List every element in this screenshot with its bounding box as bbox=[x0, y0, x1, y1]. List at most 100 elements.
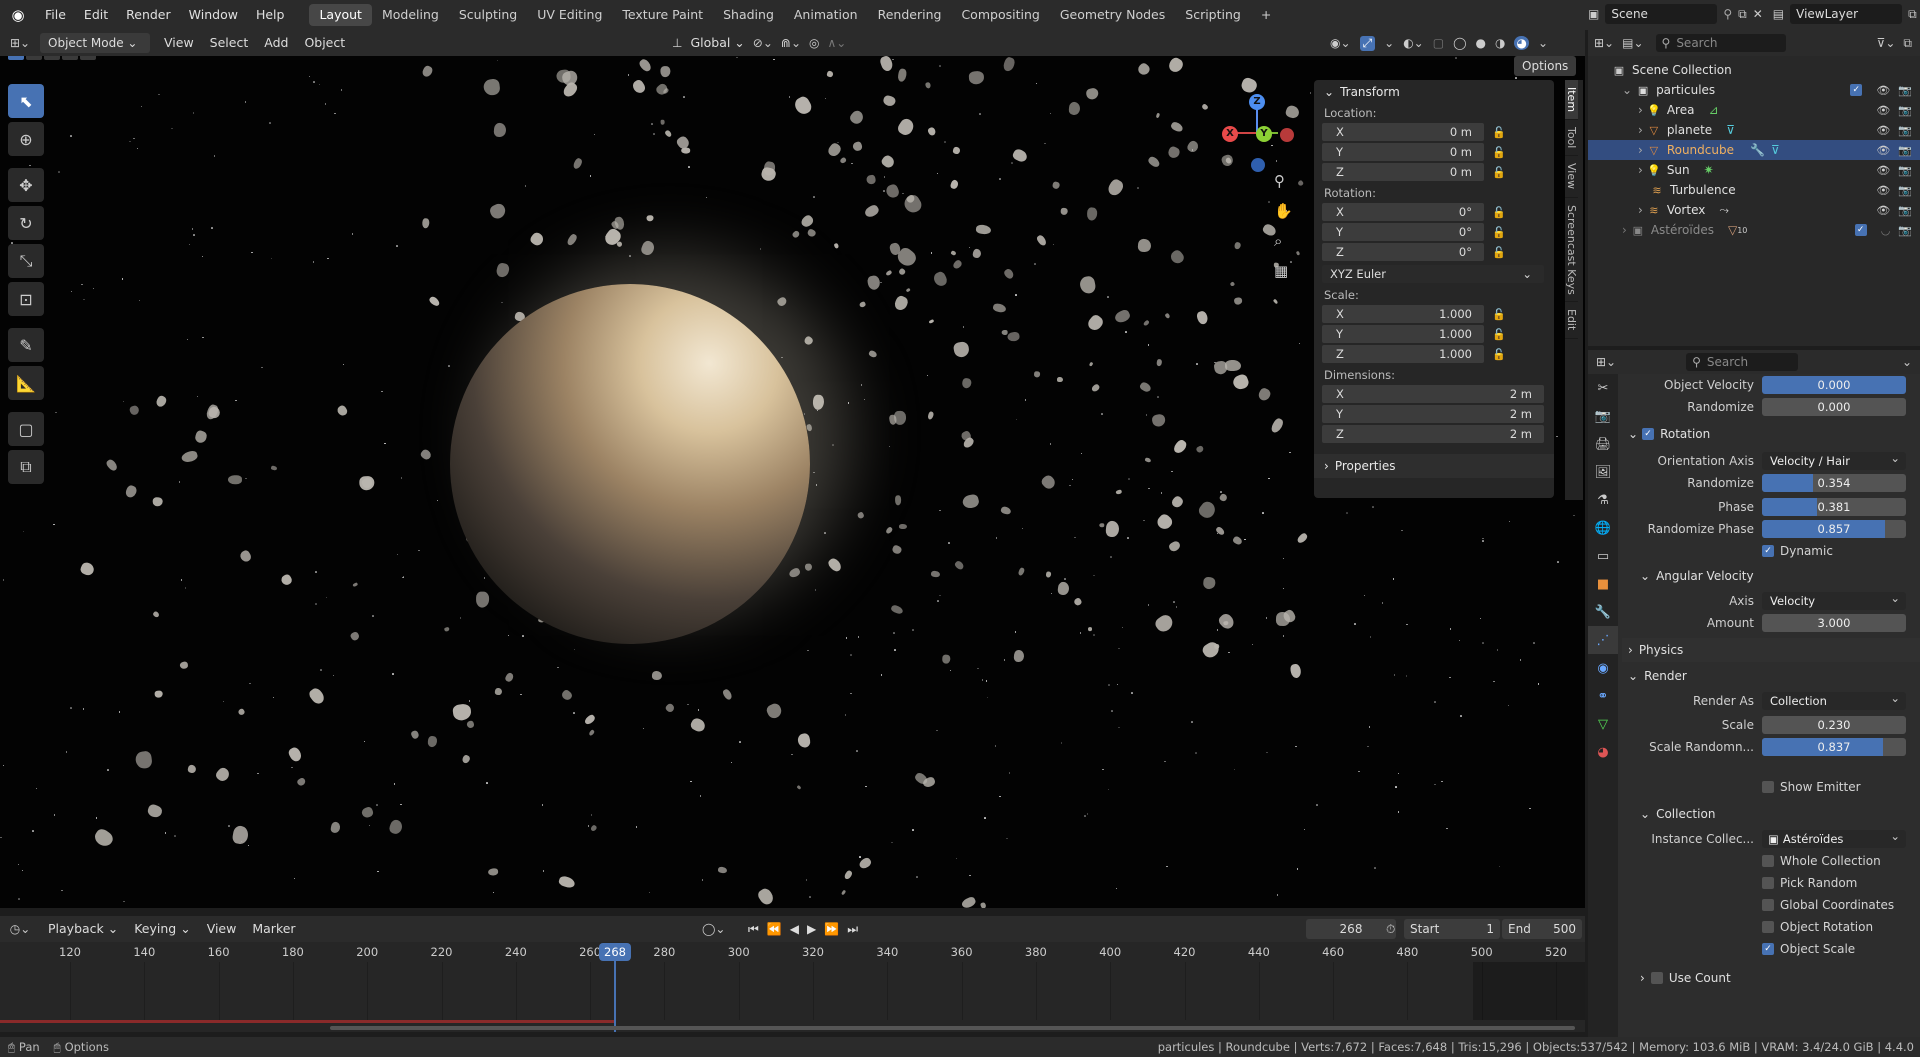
play-reverse-icon[interactable]: ◀ bbox=[790, 922, 799, 937]
lock-icon[interactable]: 🔓 bbox=[1492, 308, 1506, 321]
visibility-icon[interactable]: ◉⌄ bbox=[1330, 36, 1351, 50]
rotation-y-field[interactable]: Y 0° bbox=[1322, 223, 1484, 241]
camera-icon[interactable]: 📷 bbox=[1898, 124, 1912, 137]
location-x-field[interactable]: X0 m bbox=[1322, 123, 1484, 141]
tab-view[interactable]: View bbox=[1565, 156, 1578, 198]
outliner-collection-particules[interactable]: ⌄ ▣ particules ✓ 👁 📷 bbox=[1588, 80, 1920, 100]
orientation-select[interactable]: Global ⌄ bbox=[690, 33, 744, 53]
scale-y-field[interactable]: Y 1.000 bbox=[1322, 325, 1484, 343]
delete-scene-icon[interactable]: ✕ bbox=[1753, 7, 1763, 21]
properties-search-input[interactable]: ⚲ Search bbox=[1686, 353, 1799, 371]
measure-tool-icon[interactable]: 📐 bbox=[8, 366, 44, 400]
playback-menu[interactable]: Playback ⌄ bbox=[40, 919, 126, 939]
mode-select[interactable]: Object Mode ⌄ bbox=[40, 33, 150, 53]
exclude-checkbox[interactable]: ✓ bbox=[1850, 83, 1863, 96]
camera-icon[interactable]: 📷 bbox=[1898, 164, 1912, 177]
gizmo-y[interactable]: Y bbox=[1256, 126, 1272, 142]
play-icon[interactable]: ▶ bbox=[807, 922, 816, 937]
object-scale-checkbox[interactable]: ✓ bbox=[1762, 943, 1774, 955]
menu-window[interactable]: Window bbox=[180, 0, 247, 30]
eye-hidden-icon[interactable]: ◡ bbox=[1881, 224, 1891, 237]
render-section[interactable]: ⌄ Render bbox=[1622, 664, 1920, 688]
gizmo-neg-x[interactable] bbox=[1280, 128, 1294, 142]
pan-hand-icon[interactable]: ✋ bbox=[1274, 202, 1293, 220]
tab-edit[interactable]: Edit bbox=[1565, 302, 1578, 339]
camera-view-icon[interactable]: ⌕ bbox=[1274, 232, 1282, 250]
properties-editor-icon[interactable]: ⊞⌄ bbox=[1596, 355, 1616, 369]
add-workspace-icon[interactable]: + bbox=[1251, 4, 1281, 26]
menu-object[interactable]: Object bbox=[296, 33, 353, 53]
world-tab-icon[interactable]: 🌐 bbox=[1588, 514, 1618, 542]
constraints-tab-icon[interactable]: ⚭ bbox=[1588, 682, 1618, 710]
current-frame-field[interactable]: 268 bbox=[1306, 919, 1396, 939]
outliner-item-vortex[interactable]: › ≋ Vortex ⤳ 👁 📷 bbox=[1588, 200, 1920, 220]
menu-view[interactable]: View bbox=[156, 33, 202, 53]
rendered-shading-icon[interactable]: ◕ bbox=[1514, 36, 1529, 50]
zoom-icon[interactable]: ⚲ bbox=[1274, 172, 1285, 190]
material-shading-icon[interactable]: ◑ bbox=[1495, 36, 1505, 50]
solid-shading-icon[interactable]: ● bbox=[1476, 36, 1486, 50]
xray-icon[interactable]: ▢ bbox=[1433, 36, 1444, 50]
playhead-frame-badge[interactable]: 268 bbox=[599, 943, 631, 961]
use-count-checkbox[interactable] bbox=[1650, 972, 1663, 984]
scale-random-slider[interactable]: 0.837 bbox=[1762, 738, 1906, 756]
modifier-tab-icon[interactable]: 🔧 bbox=[1588, 598, 1618, 626]
data-tab-icon[interactable]: ▽ bbox=[1588, 710, 1618, 738]
outliner-item-turbulence[interactable]: ≋ Turbulence 👁 📷 bbox=[1588, 180, 1920, 200]
instance-collection-field[interactable]: ▣ Astéroïdes bbox=[1762, 827, 1906, 848]
particles-tab-icon[interactable]: ⋰ bbox=[1588, 626, 1618, 654]
rotate-tool-icon[interactable]: ↻ bbox=[8, 206, 44, 240]
camera-icon[interactable]: 📷 bbox=[1898, 204, 1912, 217]
rotation-x-field[interactable]: X 0° bbox=[1322, 203, 1484, 221]
lock-icon[interactable]: 🔓 bbox=[1492, 226, 1506, 239]
transform-tool-icon[interactable]: ⊡ bbox=[8, 282, 44, 316]
properties-header[interactable]: › Properties bbox=[1314, 454, 1554, 478]
timeline-scrollbar[interactable] bbox=[330, 1026, 1575, 1030]
gizmo-neg-z[interactable] bbox=[1251, 158, 1265, 172]
dimensions-y-field[interactable]: Y2 m bbox=[1322, 405, 1544, 423]
lock-icon[interactable]: 🔓 bbox=[1492, 126, 1506, 139]
dimensions-x-field[interactable]: X2 m bbox=[1322, 385, 1544, 403]
location-z-field[interactable]: Z0 m bbox=[1322, 163, 1484, 181]
location-y-field[interactable]: Y0 m bbox=[1322, 143, 1484, 161]
eye-icon[interactable]: 👁 bbox=[1876, 124, 1890, 137]
next-keyframe-icon[interactable]: ⏩ bbox=[824, 922, 839, 937]
outliner-scene-collection[interactable]: ▣ Scene Collection bbox=[1588, 60, 1920, 80]
planet[interactable] bbox=[450, 284, 810, 644]
menu-help[interactable]: Help bbox=[247, 0, 294, 30]
lock-icon[interactable]: 🔓 bbox=[1492, 328, 1506, 341]
jump-end-icon[interactable]: ⏭ bbox=[847, 922, 858, 937]
tab-rendering[interactable]: Rendering bbox=[868, 4, 952, 26]
end-frame-field[interactable]: End 500 bbox=[1502, 919, 1582, 939]
object-rotation-checkbox[interactable] bbox=[1762, 921, 1774, 933]
pick-random-checkbox[interactable] bbox=[1762, 877, 1774, 889]
tab-item[interactable]: Item bbox=[1565, 80, 1578, 121]
object-tab-icon[interactable]: ■ bbox=[1588, 570, 1618, 598]
display-mode-icon[interactable]: ▤⌄ bbox=[1622, 36, 1643, 50]
randomize-phase-slider[interactable]: 0.857 bbox=[1762, 520, 1906, 538]
timeline-editor-icon[interactable]: ◷⌄ bbox=[0, 922, 40, 936]
object-velocity-field[interactable]: 0.000 bbox=[1762, 376, 1906, 394]
tab-tool[interactable]: Tool bbox=[1565, 120, 1578, 157]
cursor-tool-icon[interactable]: ⊕ bbox=[8, 122, 44, 156]
lock-icon[interactable]: 🔓 bbox=[1492, 348, 1506, 361]
new-collection-icon[interactable]: ⧉ bbox=[1903, 36, 1912, 51]
menu-select[interactable]: Select bbox=[202, 33, 257, 53]
menu-render[interactable]: Render bbox=[117, 0, 180, 30]
filter-icon[interactable]: ⊽⌄ bbox=[1877, 36, 1896, 50]
autokey-icon[interactable]: ◯⌄ bbox=[702, 922, 725, 936]
timeline-view-menu[interactable]: View bbox=[199, 919, 245, 939]
tab-sculpting[interactable]: Sculpting bbox=[449, 4, 527, 26]
collection-tab-icon[interactable]: ▭ bbox=[1588, 542, 1618, 570]
lock-icon[interactable]: 🔓 bbox=[1492, 246, 1506, 259]
gizmo-toggle-icon[interactable]: ⤢ bbox=[1359, 35, 1376, 51]
tab-modeling[interactable]: Modeling bbox=[372, 4, 449, 26]
gizmo-x[interactable]: X bbox=[1222, 126, 1238, 142]
tab-screencast-keys[interactable]: Screencast Keys bbox=[1565, 198, 1578, 303]
jump-start-icon[interactable]: ⏮ bbox=[748, 922, 759, 937]
render-tab-icon[interactable]: 📷 bbox=[1588, 402, 1618, 430]
tab-shading[interactable]: Shading bbox=[713, 4, 784, 26]
outliner-item-roundcube[interactable]: › ▽ Roundcube 🔧 ⊽ 👁 📷 bbox=[1588, 140, 1920, 160]
phase-slider[interactable]: 0.381 bbox=[1762, 498, 1906, 516]
gizmo-menu-icon[interactable]: ⌄ bbox=[1384, 36, 1394, 50]
